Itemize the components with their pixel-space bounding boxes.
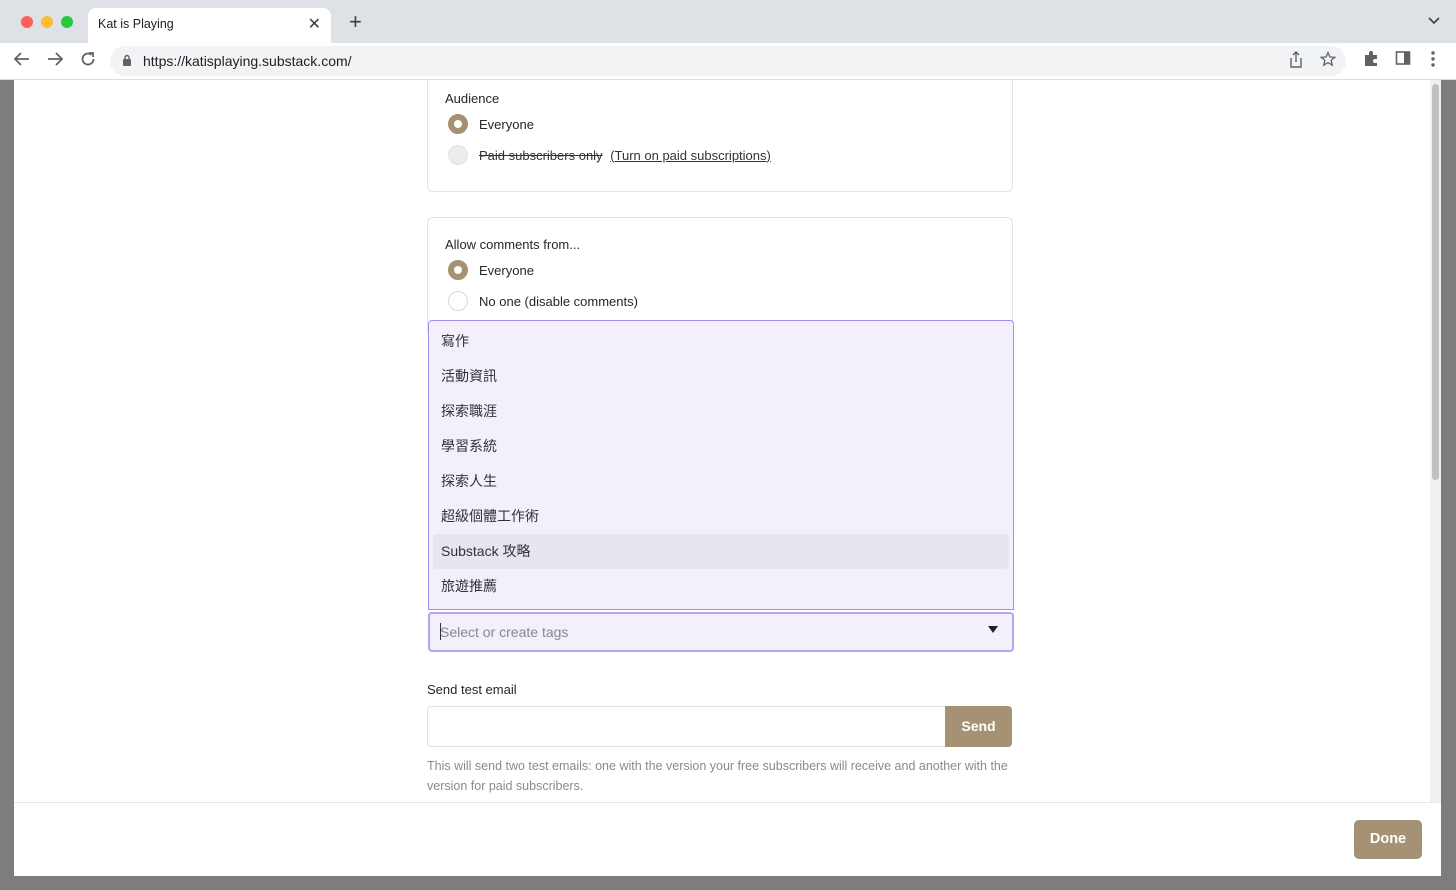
side-panel-icon[interactable] xyxy=(1395,50,1411,70)
comments-noone-label: No one (disable comments) xyxy=(479,293,638,309)
post-settings-page: Audience Everyone Paid subscribers only … xyxy=(14,80,1441,802)
scrollbar-thumb[interactable] xyxy=(1432,84,1439,480)
radio-checked-icon[interactable] xyxy=(448,114,468,134)
radio-disabled-icon xyxy=(448,145,468,165)
tag-option[interactable]: 探索人生 xyxy=(433,464,1009,499)
tab-strip: Kat is Playing ✕ + xyxy=(0,0,1456,43)
share-icon[interactable] xyxy=(1288,51,1304,74)
comments-everyone-label: Everyone xyxy=(479,262,534,278)
tag-option[interactable]: 學習系統 xyxy=(433,429,1009,464)
comments-noone-option[interactable]: No one (disable comments) xyxy=(448,291,638,311)
tag-option[interactable]: 活動資訊 xyxy=(433,359,1009,394)
url-text: https://katisplaying.substack.com/ xyxy=(143,53,352,69)
tag-option[interactable]: 探索職涯 xyxy=(433,394,1009,429)
browser-toolbar: https://katisplaying.substack.com/ xyxy=(0,43,1456,80)
tab-search-chevron-icon[interactable] xyxy=(1428,14,1440,28)
audience-everyone-option[interactable]: Everyone xyxy=(448,114,534,134)
radio-checked-icon[interactable] xyxy=(448,260,468,280)
test-email-help-text: This will send two test emails: one with… xyxy=(427,759,1008,793)
tags-dropdown-menu: 寫作 活動資訊 探索職涯 學習系統 探索人生 超級個體工作術 Substack … xyxy=(428,320,1014,610)
tag-option-highlighted[interactable]: Substack 攻略 xyxy=(433,534,1009,569)
test-email-input[interactable] xyxy=(427,706,947,747)
tab-title: Kat is Playing xyxy=(98,17,174,31)
tag-option[interactable]: 超級個體工作術 xyxy=(433,499,1009,534)
audience-everyone-label: Everyone xyxy=(479,116,534,132)
send-test-email-title: Send test email xyxy=(427,682,517,697)
minimize-window-button[interactable] xyxy=(41,16,53,28)
settings-footer: Done xyxy=(14,802,1441,876)
turn-on-paid-link[interactable]: (Turn on paid subscriptions) xyxy=(610,148,771,163)
close-tab-icon[interactable]: ✕ xyxy=(308,14,321,34)
maximize-window-button[interactable] xyxy=(61,16,73,28)
radio-unchecked-icon[interactable] xyxy=(448,291,468,311)
bookmark-star-icon[interactable] xyxy=(1319,50,1337,72)
tags-select-input[interactable]: Select or create tags xyxy=(428,612,1014,652)
browser-tab[interactable]: Kat is Playing ✕ xyxy=(88,8,331,43)
done-button[interactable]: Done xyxy=(1354,820,1422,859)
lock-icon xyxy=(123,54,131,66)
comments-label: Allow comments from... xyxy=(445,237,581,252)
tag-option[interactable]: 旅遊推薦 xyxy=(433,569,1009,604)
paid-subscribers-label: Paid subscribers only xyxy=(479,147,603,163)
back-arrow-icon[interactable] xyxy=(13,50,31,72)
more-menu-icon[interactable] xyxy=(1430,50,1436,72)
comments-card: Allow comments from... Everyone No one (… xyxy=(427,217,1013,337)
page-scrollbar[interactable] xyxy=(1430,80,1441,802)
send-test-email-button[interactable]: Send xyxy=(945,706,1012,747)
browser-window: Kat is Playing ✕ + https://katisplaying.… xyxy=(0,0,1456,890)
audience-card: Audience Everyone Paid subscribers only … xyxy=(427,80,1013,192)
forward-arrow-icon[interactable] xyxy=(46,50,64,72)
tag-option[interactable]: 寫作 xyxy=(433,324,1009,359)
address-bar[interactable]: https://katisplaying.substack.com/ xyxy=(110,46,1346,76)
extensions-icon[interactable] xyxy=(1362,50,1380,72)
audience-paid-option: Paid subscribers only (Turn on paid subs… xyxy=(448,145,771,165)
reload-icon[interactable] xyxy=(79,50,97,72)
audience-label: Audience xyxy=(445,91,500,106)
dropdown-arrow-icon[interactable] xyxy=(988,626,998,633)
tags-placeholder: Select or create tags xyxy=(440,624,569,640)
new-tab-icon[interactable]: + xyxy=(349,11,362,33)
comments-everyone-option[interactable]: Everyone xyxy=(448,260,534,280)
close-window-button[interactable] xyxy=(21,16,33,28)
